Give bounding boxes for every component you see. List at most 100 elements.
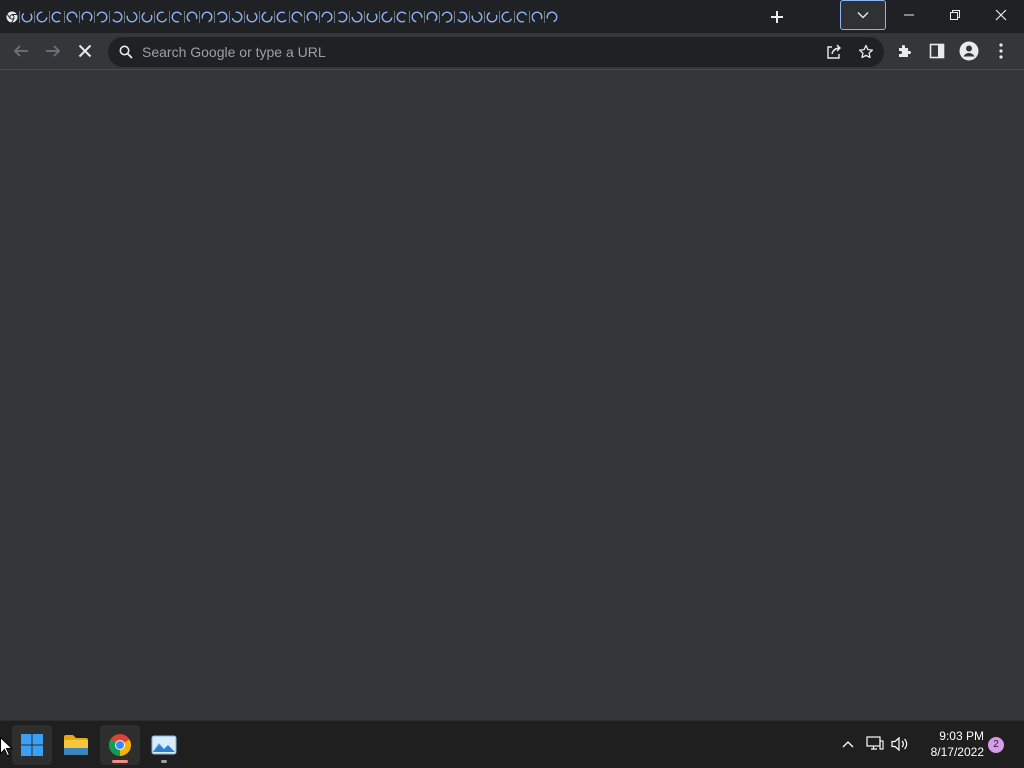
window-close-button[interactable]: [978, 0, 1024, 30]
tab[interactable]: [349, 4, 364, 30]
extensions-button[interactable]: [890, 36, 920, 66]
tab-separator: [34, 11, 35, 23]
bookmark-star-icon: [858, 44, 874, 59]
tab-separator: [409, 11, 410, 23]
tab[interactable]: [334, 4, 349, 30]
tab-separator: [499, 11, 500, 23]
minimize-icon: [904, 14, 914, 16]
tab[interactable]: [49, 4, 64, 30]
tab-separator: [334, 11, 335, 23]
loading-spinner-icon: [396, 11, 406, 23]
stop-loading-button[interactable]: [70, 36, 100, 66]
tab[interactable]: [514, 4, 529, 30]
tab[interactable]: [214, 4, 229, 30]
tab[interactable]: [64, 4, 79, 30]
tab[interactable]: [259, 4, 274, 30]
tab[interactable]: [34, 4, 49, 30]
tab[interactable]: [319, 4, 334, 30]
tab-separator: [19, 11, 20, 23]
chrome-menu-button[interactable]: [986, 36, 1016, 66]
share-icon: [827, 44, 841, 59]
tab[interactable]: [274, 4, 289, 30]
forward-button[interactable]: [38, 36, 68, 66]
tab-separator: [274, 11, 275, 23]
tab[interactable]: [124, 4, 139, 30]
tab[interactable]: [184, 4, 199, 30]
loading-spinner-icon: [111, 11, 122, 23]
show-hidden-icons-button[interactable]: [837, 733, 859, 755]
tab-separator: [304, 11, 305, 23]
tab[interactable]: [199, 4, 214, 30]
tab[interactable]: [484, 4, 499, 30]
back-button[interactable]: [6, 36, 36, 66]
tab-separator: [154, 11, 155, 23]
tab[interactable]: [544, 4, 559, 30]
volume-button[interactable]: [889, 733, 911, 755]
tab[interactable]: [379, 4, 394, 30]
new-tab-button[interactable]: [764, 4, 790, 30]
tab-active[interactable]: [4, 4, 19, 30]
photos-icon: [151, 735, 177, 755]
tab[interactable]: [244, 4, 259, 30]
tab[interactable]: [289, 4, 304, 30]
loading-spinner-icon: [246, 12, 257, 23]
taskbar-photos[interactable]: [144, 725, 184, 765]
network-button[interactable]: [864, 733, 886, 755]
tab[interactable]: [409, 4, 424, 30]
loading-spinner-icon: [231, 11, 242, 23]
loading-spinner-icon: [501, 11, 512, 23]
loading-spinner-icon: [156, 11, 167, 23]
tab[interactable]: [499, 4, 514, 30]
tab-separator: [529, 11, 530, 23]
chevron-up-icon: [842, 741, 854, 748]
tab[interactable]: [424, 4, 439, 30]
bookmark-button[interactable]: [854, 40, 878, 64]
loading-spinner-icon: [306, 11, 317, 22]
stop-x-icon: [78, 44, 92, 58]
tab[interactable]: [394, 4, 409, 30]
tab[interactable]: [79, 4, 94, 30]
running-indicator: [161, 760, 167, 763]
taskbar-chrome[interactable]: [100, 725, 140, 765]
tab[interactable]: [469, 4, 484, 30]
tab[interactable]: [439, 4, 454, 30]
tab[interactable]: [229, 4, 244, 30]
tab[interactable]: [94, 4, 109, 30]
tab[interactable]: [109, 4, 124, 30]
running-indicator: [112, 760, 128, 763]
tab-separator: [424, 11, 425, 23]
window-minimize-button[interactable]: [886, 0, 932, 30]
tab-separator: [214, 11, 215, 23]
tab[interactable]: [304, 4, 319, 30]
tab[interactable]: [139, 4, 154, 30]
tab-separator: [349, 11, 350, 23]
tab[interactable]: [19, 4, 34, 30]
tab-search-button[interactable]: [840, 0, 886, 30]
page-content-area: [0, 70, 1024, 720]
window-restore-button[interactable]: [932, 0, 978, 30]
taskbar-file-explorer[interactable]: [56, 725, 96, 765]
notification-badge[interactable]: 2: [988, 737, 1004, 753]
tab-separator: [109, 11, 110, 23]
profile-button[interactable]: [954, 36, 984, 66]
tab[interactable]: [154, 4, 169, 30]
loading-spinner-icon: [411, 11, 422, 23]
address-bar[interactable]: Search Google or type a URL: [108, 37, 884, 67]
tab-separator: [139, 11, 140, 23]
taskbar-clock[interactable]: 9:03 PM 8/17/2022: [914, 728, 984, 760]
loading-spinner-icon: [516, 11, 527, 23]
tab[interactable]: [364, 4, 379, 30]
tab[interactable]: [169, 4, 184, 30]
loading-spinner-icon: [201, 11, 212, 23]
tab[interactable]: [529, 4, 544, 30]
tab-separator: [124, 11, 125, 23]
share-button[interactable]: [822, 40, 846, 64]
tab[interactable]: [454, 4, 469, 30]
loading-spinner-icon: [366, 12, 377, 23]
clock-date: 8/17/2022: [930, 745, 984, 759]
start-button[interactable]: [12, 725, 52, 765]
loading-spinner-icon: [456, 11, 467, 23]
search-icon: [119, 45, 133, 59]
side-panel-button[interactable]: [922, 36, 952, 66]
browser-titlebar: [0, 0, 1024, 33]
